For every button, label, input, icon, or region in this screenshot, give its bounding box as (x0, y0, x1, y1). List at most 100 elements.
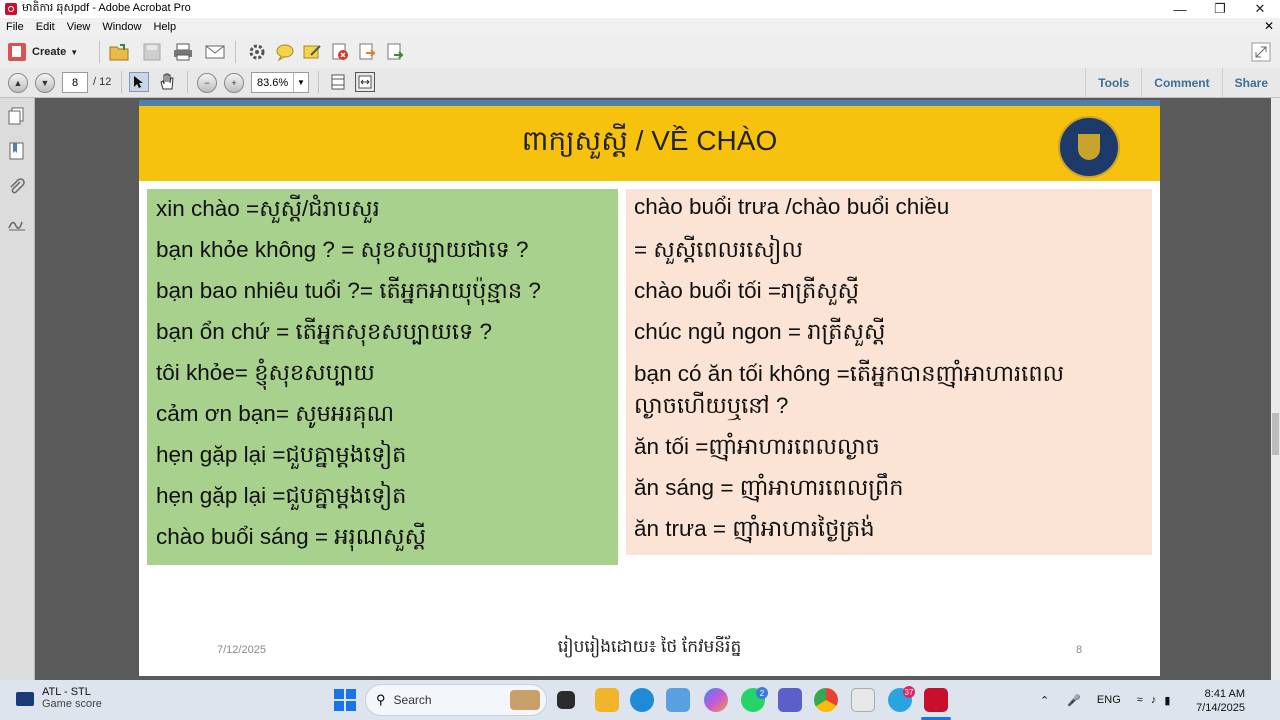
menu-bar: File Edit View Window Help ✕ (0, 18, 1280, 36)
delete-icon[interactable] (329, 41, 351, 63)
main-toolbar: Create ▼ (0, 36, 1280, 69)
expand-icon[interactable] (1250, 41, 1272, 63)
phrase-line: ăn trưa = ញ៉ាំអាហារថ្ងៃត្រង់ (634, 516, 875, 541)
language-indicator[interactable]: ENG (1097, 694, 1121, 706)
search-placeholder: Search (393, 693, 432, 707)
microphone-icon[interactable]: 🎤 (1067, 694, 1081, 707)
close-button[interactable]: ✕ (1240, 0, 1280, 18)
phrase-line: bạn có ăn tối không =តើអ្នកបានញ៉ាំអាហារព… (634, 361, 1065, 386)
copilot-icon[interactable] (704, 688, 728, 712)
phrase-line: chào buổi tối =រាត្រីសួស្តី (634, 278, 860, 303)
page-thumbnails-icon[interactable] (8, 107, 26, 125)
widget-subtitle: Game score (42, 698, 102, 710)
phrase-line: hẹn gặp lại =ជួបគ្នាម្តងទៀត (156, 442, 407, 467)
share-icon[interactable] (384, 41, 406, 63)
export-icon[interactable] (356, 41, 378, 63)
phrase-line: chúc ngủ ngon = រាត្រីសួស្តី (634, 319, 886, 344)
wifi-icon[interactable]: ≈ (1137, 694, 1143, 706)
highlight-icon[interactable] (301, 41, 323, 63)
file-explorer-icon[interactable] (595, 688, 619, 712)
weather-widget[interactable]: ATL - STL Game score (16, 686, 102, 710)
close-document-icon[interactable]: ✕ (1264, 19, 1274, 33)
slide-title: ពាក្យសួស្តី / VỀ CHÀO (521, 125, 778, 156)
snipping-tool-icon[interactable] (666, 688, 690, 712)
slide-header: ពាក្យសួស្តី / VỀ CHÀO (139, 106, 1160, 181)
hand-tool-icon[interactable] (157, 72, 177, 92)
scrollbar-thumb[interactable] (1272, 413, 1279, 455)
clock-date: 7/14/2025 (1196, 702, 1245, 714)
acrobat-taskbar-icon[interactable] (924, 688, 948, 712)
save-icon[interactable] (141, 41, 163, 63)
menu-window[interactable]: Window (96, 21, 147, 33)
vertical-scrollbar[interactable] (1271, 98, 1280, 680)
page-number-input[interactable]: 8 (62, 72, 88, 93)
fit-width-icon[interactable] (355, 72, 375, 92)
bookmarks-icon[interactable] (8, 142, 26, 160)
tools-link[interactable]: Tools (1085, 68, 1141, 97)
menu-help[interactable]: Help (147, 21, 182, 33)
volume-icon[interactable]: ♪ (1151, 694, 1157, 706)
menu-view[interactable]: View (61, 21, 97, 33)
chevron-up-icon[interactable]: ⌃ (1040, 694, 1049, 707)
phrase-line: xin chào =សួស្តី/ជំរាបសួរ (156, 196, 380, 221)
signatures-icon[interactable] (8, 214, 26, 232)
widget-title: ATL - STL (42, 686, 91, 698)
teams-icon[interactable] (778, 688, 802, 712)
slide-footer-credit: រៀបរៀងដោយ៖ ថៃ កែវមនីរ័ត្ន (557, 637, 742, 656)
title-bar: មាតិការ ឆុសpdf - Adobe Acrobat Pro — ❐ ✕ (0, 0, 1280, 18)
menu-edit[interactable]: Edit (30, 21, 61, 33)
comment-icon[interactable] (274, 41, 296, 63)
app-icon[interactable] (851, 688, 875, 712)
edge-icon[interactable] (630, 688, 654, 712)
phrase-line: ăn sáng = ញ៉ាំអាហារពេលព្រឹក (634, 475, 904, 500)
phrase-line: chào buổi sáng = អរុណសួស្តី (156, 524, 426, 549)
phrase-line: chào buổi trưa /chào buổi chiều (634, 194, 950, 219)
learn-vietnam-logo (1058, 116, 1120, 178)
fit-page-icon[interactable] (328, 72, 348, 92)
minimize-button[interactable]: — (1160, 0, 1200, 18)
slide-footer-page-number: 8 (1076, 644, 1083, 656)
phrase-line: = សួស្តីពេលរសៀល (634, 237, 803, 262)
phrase-line: bạn ổn chứ = តើអ្នកសុខសប្បាយទេ ? (156, 319, 493, 344)
comment-link[interactable]: Comment (1141, 68, 1221, 97)
task-view-icon[interactable] (557, 691, 575, 709)
chevron-down-icon: ▼ (70, 47, 79, 57)
navigation-pane (0, 98, 35, 680)
page-total: / 12 (93, 76, 112, 88)
system-tray: ⌃ 🎤 ENG ≈ ♪ ▮ (1040, 680, 1170, 720)
phrase-line: ល្ងាចហើយឬនៅ ? (634, 393, 789, 418)
windows-start-icon[interactable] (334, 689, 356, 711)
create-label: Create (32, 46, 67, 58)
windows-taskbar: ATL - STL Game score ⚲ Search 2 37 ⌃ 🎤 E… (0, 680, 1280, 720)
previous-page-icon[interactable]: ▲ (8, 73, 28, 93)
select-tool-icon[interactable] (129, 72, 149, 92)
mlb-icon (16, 692, 34, 706)
attachments-icon[interactable] (8, 178, 26, 196)
chevron-down-icon[interactable]: ▼ (293, 73, 308, 92)
open-folder-icon[interactable] (108, 41, 130, 63)
email-icon[interactable] (204, 41, 226, 63)
zoom-in-icon[interactable]: + (224, 73, 244, 93)
phrase-line: hẹn gặp lại =ជួបគ្នាម្តងទៀត (156, 483, 407, 508)
telegram-badge: 37 (903, 686, 915, 698)
settings-icon[interactable] (246, 41, 268, 63)
print-icon[interactable] (172, 41, 194, 63)
menu-file[interactable]: File (0, 21, 30, 33)
zoom-out-icon[interactable]: − (197, 73, 217, 93)
next-page-icon[interactable]: ▼ (35, 73, 55, 93)
system-clock[interactable]: 8:41 AM 7/14/2025 (1195, 687, 1245, 715)
search-icon: ⚲ (376, 692, 386, 707)
navigation-toolbar: ▲ ▼ 8 / 12 − + 83.6% ▼ Tools Comment Sha… (0, 68, 1280, 98)
battery-icon[interactable]: ▮ (1164, 694, 1170, 707)
zoom-value: 83.6% (257, 76, 289, 89)
zoom-select[interactable]: 83.6% ▼ (251, 72, 309, 93)
create-button[interactable]: Create ▼ (8, 41, 78, 63)
phrase-line: cảm ơn bạn= សូមអរគុណ (156, 401, 395, 426)
window-title: មាតិការ ឆុសpdf - Adobe Acrobat Pro (22, 2, 191, 14)
acrobat-icon (5, 3, 17, 15)
phrase-line: ăn tối =ញ៉ាំអាហារពេលល្ងាច (634, 434, 880, 459)
share-link[interactable]: Share (1221, 68, 1280, 97)
taskbar-search[interactable]: ⚲ Search (365, 684, 547, 716)
chrome-icon[interactable] (814, 688, 838, 712)
restore-button[interactable]: ❐ (1200, 0, 1240, 18)
